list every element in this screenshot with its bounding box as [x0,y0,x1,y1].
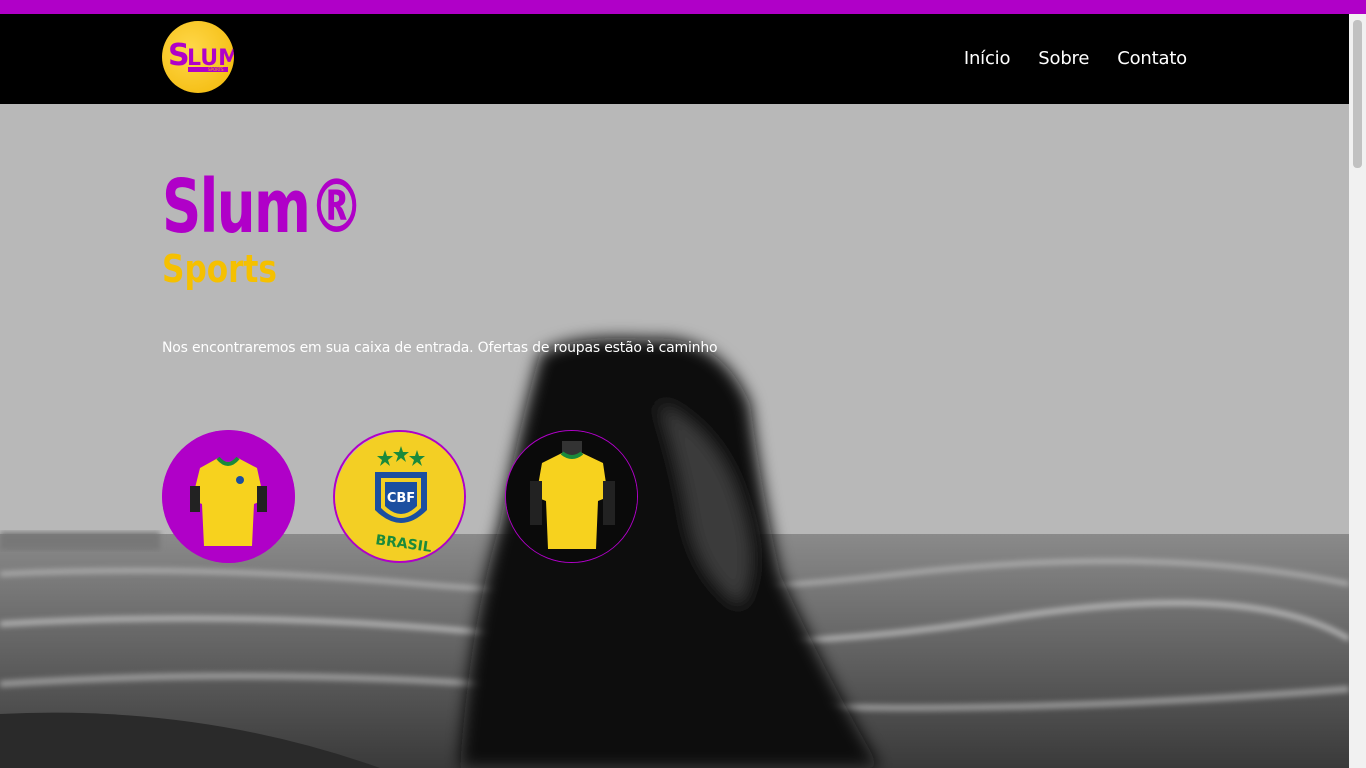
brand-subtitle: Sports [162,247,277,291]
cbf-crest-icon: CBF BRASIL [335,432,464,561]
brand-logo[interactable]: S LUM SPORTS SLUM SPORTS [162,21,234,93]
nav-link-contato[interactable]: Contato [1117,48,1187,69]
product-jersey-back[interactable] [505,430,638,563]
nav-link-inicio[interactable]: Início [964,48,1011,69]
product-cbf-crest[interactable]: CBF BRASIL [333,430,466,563]
hero-section: Slum® Sports Nos encontraremos em sua ca… [0,104,1349,768]
product-jersey-front[interactable] [162,430,295,563]
main-nav: Início Sobre Contato [964,48,1187,69]
jersey-back-icon [506,431,637,562]
svg-text:SPORTS: SPORTS [208,67,224,72]
site-header: S LUM SPORTS SLUM SPORTS Início Sobre Co… [0,14,1349,104]
nav-link-sobre[interactable]: Sobre [1038,48,1089,69]
brand-title: Slum® [162,164,364,250]
jersey-front-icon [162,430,295,563]
scrollbar-thumb[interactable] [1353,20,1362,168]
top-accent-bar [0,0,1366,14]
page-scrollbar[interactable] [1349,14,1366,768]
svg-text:CBF: CBF [387,491,415,506]
logo-emblem-icon: S LUM SPORTS [168,38,234,73]
hero-tagline: Nos encontraremos em sua caixa de entrad… [162,340,718,356]
